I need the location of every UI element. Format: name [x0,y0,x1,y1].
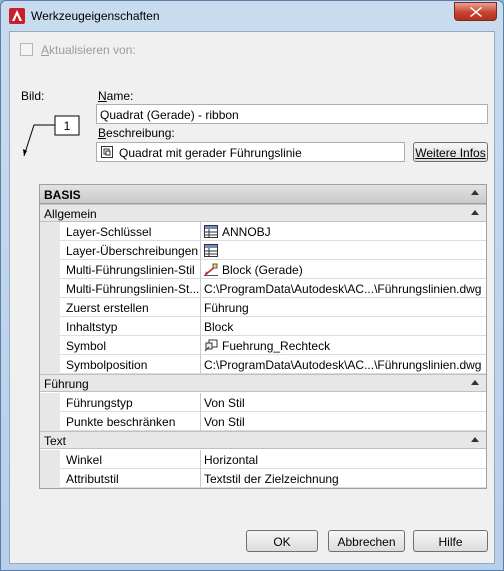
property-row[interactable]: Attributstil Textstil der Zielzeichnung [40,469,486,488]
mleader-style-icon [204,263,218,276]
property-row[interactable]: Führungstyp Von Stil [40,393,486,412]
property-value[interactable]: Fuehrung_Rechteck [201,336,486,355]
property-value[interactable]: Führung [201,298,486,317]
property-value[interactable]: Von Stil [201,412,486,431]
description-field[interactable]: Quadrat mit gerader Führungslinie [96,142,405,162]
property-row[interactable]: Symbol Fuehrung_Rechteck [40,336,486,355]
section-allgemein[interactable]: Allgemein [40,204,486,222]
property-row[interactable]: Winkel Horizontal [40,450,486,469]
section-fuehrung[interactable]: Führung [40,374,486,392]
property-name: Layer-Schlüssel [60,222,201,241]
table-icon [204,244,218,257]
property-name: Multi-Führungslinien-St... [60,279,201,298]
update-from-label: Aktualisieren von: [41,43,136,57]
description-label: Beschreibung: [98,126,175,140]
tool-preview-image: 1 [22,114,88,160]
name-label: Name: [98,89,134,103]
property-row[interactable]: Symbolposition C:\ProgramData\Autodesk\A… [40,355,486,374]
collapse-icon[interactable] [471,380,479,385]
window-title: Werkzeugeigenschaften [31,9,160,23]
property-value[interactable]: ANNOBJ [201,222,486,241]
property-name: Winkel [60,450,201,469]
property-name: Führungstyp [60,393,201,412]
property-value[interactable]: Von Stil [201,393,486,412]
cancel-button[interactable]: Abbrechen [328,530,405,552]
property-row[interactable]: Inhaltstyp Block [40,317,486,336]
description-value: Quadrat mit gerader Führungslinie [119,146,302,160]
property-name: Zuerst erstellen [60,298,201,317]
basis-header[interactable]: BASIS [40,185,486,204]
property-name: Multi-Führungslinien-Stil [60,260,201,279]
properties-grid: BASIS Allgemein Layer-Schlüssel ANNOBJ L… [39,184,487,489]
dialog-content: Aktualisieren von: Bild: 1 Name: Quadrat… [9,31,495,564]
collapse-icon[interactable] [471,437,479,442]
property-name: Symbol [60,336,201,355]
property-value[interactable]: Horizontal [201,450,486,469]
block-symbol-icon [204,339,218,352]
property-name: Attributstil [60,469,201,488]
property-row[interactable]: Punkte beschränken Von Stil [40,412,486,431]
ok-button[interactable]: OK [246,530,318,552]
description-icon [101,146,113,158]
property-value[interactable]: C:\ProgramData\Autodesk\AC...\Führungsli… [201,355,486,374]
property-row[interactable]: Multi-Führungslinien-Stil Block (Gerade) [40,260,486,279]
property-name: Punkte beschränken [60,412,201,431]
title-bar[interactable]: Werkzeugeigenschaften [1,1,503,31]
property-value[interactable]: Block (Gerade) [201,260,486,279]
property-name: Symbolposition [60,355,201,374]
property-row[interactable]: Layer-Schlüssel ANNOBJ [40,222,486,241]
tool-properties-dialog: Werkzeugeigenschaften Aktualisieren von:… [0,0,504,571]
collapse-icon[interactable] [471,190,479,195]
close-icon [470,7,482,17]
image-label: Bild: [21,89,45,103]
section-text[interactable]: Text [40,431,486,449]
preview-number: 1 [64,119,71,133]
property-row[interactable]: Multi-Führungslinien-St... C:\ProgramDat… [40,279,486,298]
property-value[interactable]: C:\ProgramData\Autodesk\AC...\Führungsli… [201,279,486,298]
name-field[interactable]: Quadrat (Gerade) - ribbon [96,104,488,124]
property-name: Inhaltstyp [60,317,201,336]
property-row[interactable]: Zuerst erstellen Führung [40,298,486,317]
property-name: Layer-Überschreibungen [60,241,201,260]
more-info-button[interactable]: Weitere Infos [413,142,488,162]
property-row[interactable]: Layer-Überschreibungen [40,241,486,260]
property-value[interactable]: Textstil der Zielzeichnung [201,469,486,488]
property-value[interactable] [201,241,486,260]
close-button[interactable] [454,2,497,21]
property-value[interactable]: Block [201,317,486,336]
table-icon [204,225,218,238]
update-from-checkbox[interactable] [20,43,33,56]
collapse-icon[interactable] [471,210,479,215]
help-button[interactable]: Hilfe [413,530,488,552]
autocad-app-icon [9,8,25,24]
